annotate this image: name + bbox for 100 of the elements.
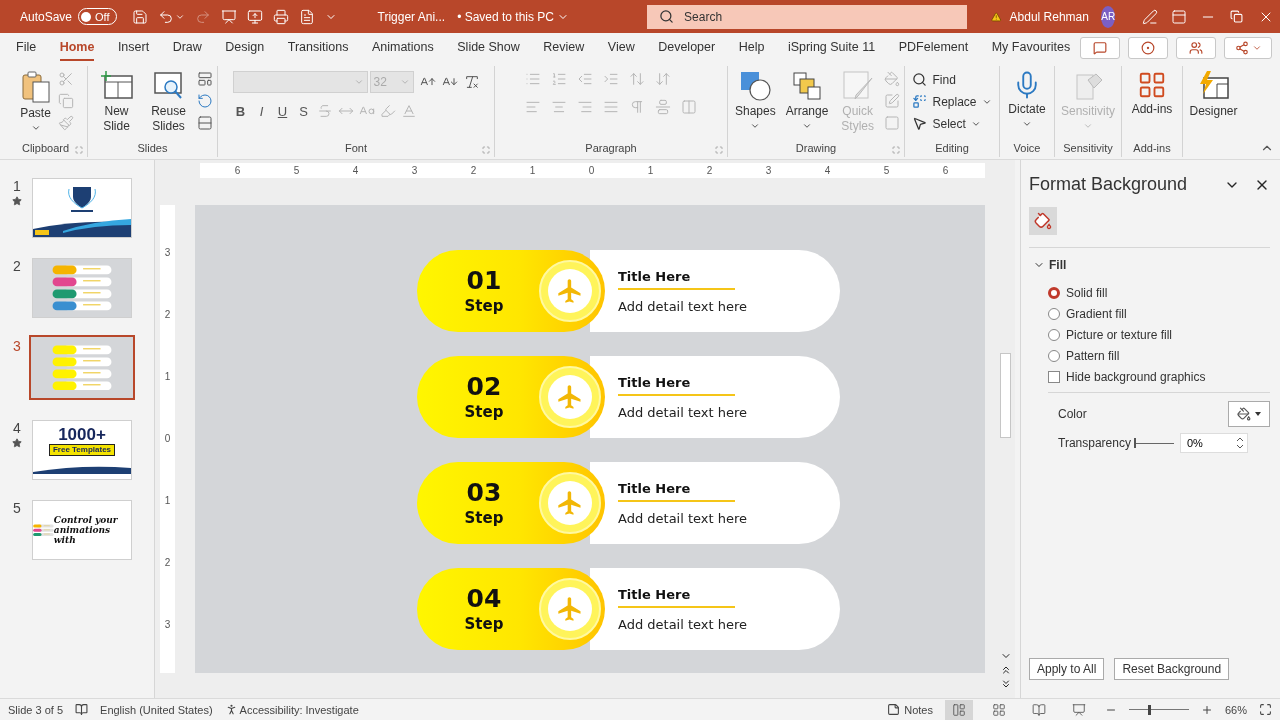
align-center-icon[interactable] bbox=[551, 99, 567, 115]
shapes-button[interactable]: Shapes bbox=[732, 68, 779, 133]
font-name-field[interactable] bbox=[232, 71, 368, 93]
bullets-icon[interactable] bbox=[525, 71, 541, 87]
dialog-launcher-icon[interactable] bbox=[482, 146, 490, 154]
paste-button[interactable]: Paste bbox=[17, 68, 54, 135]
menu-tab[interactable]: My Favourites bbox=[991, 34, 1071, 61]
zoom-level[interactable]: 66% bbox=[1224, 703, 1247, 716]
menu-tab[interactable]: iSpring Suite 11 bbox=[787, 34, 876, 61]
columns-icon[interactable] bbox=[681, 99, 697, 115]
fill-tab[interactable] bbox=[1029, 207, 1057, 235]
teams-button[interactable] bbox=[1176, 36, 1216, 59]
share-button[interactable] bbox=[1224, 36, 1272, 59]
record-button[interactable] bbox=[1128, 36, 1168, 59]
radio-button[interactable] bbox=[1048, 350, 1060, 362]
reuse-slides-button[interactable]: Reuse Slides bbox=[144, 68, 193, 136]
menu-tab[interactable]: View bbox=[607, 34, 635, 61]
reset-icon[interactable] bbox=[196, 93, 213, 109]
copy-icon[interactable] bbox=[57, 93, 74, 109]
paint-bucket-icon[interactable] bbox=[884, 71, 900, 87]
select-button[interactable]: Select bbox=[912, 116, 992, 131]
radio-label[interactable]: Picture or texture fill bbox=[1066, 328, 1173, 342]
line-spacing-icon[interactable] bbox=[629, 71, 645, 87]
menu-tab[interactable]: PDFelement bbox=[898, 34, 969, 61]
menu-tab[interactable]: Developer bbox=[658, 34, 716, 61]
menu-tab[interactable]: Insert bbox=[117, 34, 150, 61]
menu-tab[interactable]: Help bbox=[738, 34, 765, 61]
align-right-icon[interactable] bbox=[577, 99, 593, 115]
menu-tab[interactable]: File bbox=[16, 34, 37, 61]
radio-button[interactable] bbox=[1048, 308, 1060, 320]
strikethrough-icon[interactable] bbox=[316, 103, 333, 119]
font-color-icon[interactable] bbox=[400, 103, 417, 119]
italic-button[interactable]: I bbox=[253, 103, 270, 119]
scissors-icon[interactable] bbox=[57, 71, 74, 87]
justify-icon[interactable] bbox=[603, 99, 619, 115]
outline-icon[interactable] bbox=[884, 93, 900, 109]
bold-button[interactable]: B bbox=[232, 103, 249, 119]
menu-tab[interactable]: Draw bbox=[172, 34, 202, 61]
underline-button[interactable]: U bbox=[274, 103, 291, 119]
checkbox-label[interactable]: Hide background graphics bbox=[1066, 370, 1206, 384]
dialog-launcher-icon[interactable] bbox=[892, 146, 900, 154]
radio-label[interactable]: Pattern fill bbox=[1066, 349, 1120, 363]
slide-thumbnail[interactable] bbox=[29, 335, 135, 400]
align-left-icon[interactable] bbox=[525, 99, 541, 115]
spinner-arrows-icon[interactable] bbox=[1236, 436, 1244, 450]
redo-icon[interactable] bbox=[194, 8, 211, 25]
effects-icon[interactable] bbox=[884, 115, 900, 131]
increase-indent-icon[interactable] bbox=[603, 71, 619, 87]
slide-thumbnail[interactable]: Control your animations with bbox=[32, 500, 132, 560]
menu-tab[interactable]: Animations bbox=[371, 34, 434, 61]
checkbox[interactable] bbox=[1048, 371, 1060, 383]
layout-icon[interactable] bbox=[196, 71, 213, 87]
fit-to-window-icon[interactable] bbox=[1259, 703, 1272, 716]
designer-button[interactable]: Designer bbox=[1186, 68, 1241, 121]
accessibility-status[interactable]: Accessibility: Investigate bbox=[239, 703, 359, 716]
menu-tab[interactable]: Review bbox=[543, 34, 585, 61]
menu-tab[interactable]: Slide Show bbox=[457, 34, 520, 61]
color-picker-button[interactable] bbox=[1228, 401, 1270, 427]
spelling-icon[interactable] bbox=[75, 703, 89, 716]
dialog-launcher-icon[interactable] bbox=[715, 146, 723, 154]
comments-button[interactable] bbox=[1080, 36, 1120, 59]
new-slide-button[interactable]: New Slide bbox=[92, 68, 141, 136]
language-label[interactable]: English (United States) bbox=[100, 703, 213, 716]
user-avatar[interactable]: AR bbox=[1100, 5, 1116, 28]
highlighter-icon[interactable] bbox=[379, 103, 396, 119]
add-ins-button[interactable]: Add-ins bbox=[1128, 68, 1176, 119]
align-text-icon[interactable] bbox=[655, 99, 671, 115]
shadow-button[interactable]: S bbox=[295, 103, 312, 119]
menu-tab[interactable]: Design bbox=[225, 34, 265, 61]
replace-button[interactable]: Replace bbox=[912, 94, 992, 109]
printer-icon[interactable] bbox=[272, 8, 289, 25]
normal-view-icon[interactable] bbox=[944, 699, 973, 720]
text-direction-icon[interactable] bbox=[655, 71, 671, 87]
notes-button[interactable]: Notes bbox=[887, 703, 933, 716]
document-icon[interactable] bbox=[298, 8, 315, 25]
undo-icon[interactable] bbox=[157, 8, 174, 25]
pilcrow-icon[interactable] bbox=[629, 99, 645, 115]
dialog-launcher-icon[interactable] bbox=[75, 146, 83, 154]
clear-formatting-icon[interactable] bbox=[463, 74, 480, 90]
section-icon[interactable] bbox=[196, 115, 213, 131]
zoom-in-icon[interactable] bbox=[1200, 703, 1213, 716]
radio-label[interactable]: Gradient fill bbox=[1066, 307, 1127, 321]
save-icon[interactable] bbox=[131, 8, 148, 25]
radio-button[interactable] bbox=[1048, 329, 1060, 341]
menu-tab[interactable]: Home bbox=[59, 34, 95, 61]
decrease-indent-icon[interactable] bbox=[577, 71, 593, 87]
save-status[interactable]: • Saved to this PC bbox=[457, 9, 570, 24]
presentation-icon[interactable] bbox=[220, 8, 237, 25]
numbering-icon[interactable] bbox=[551, 71, 567, 87]
monitor-icon[interactable] bbox=[246, 8, 263, 25]
dictate-button[interactable]: Dictate bbox=[1005, 68, 1049, 131]
slide-thumbnail[interactable]: 1000+ Free Templates bbox=[32, 420, 132, 480]
reset-background-button[interactable]: Reset Background bbox=[1114, 658, 1230, 680]
search-field[interactable]: Search bbox=[647, 4, 968, 29]
find-button[interactable]: Find bbox=[912, 72, 992, 87]
paintbrush-icon[interactable] bbox=[57, 115, 74, 131]
transparency-field[interactable]: 0% bbox=[1180, 433, 1248, 453]
apply-to-all-button[interactable]: Apply to All bbox=[1029, 658, 1105, 680]
menu-tab[interactable]: Transitions bbox=[287, 34, 349, 61]
radio-label[interactable]: Solid fill bbox=[1066, 286, 1108, 300]
